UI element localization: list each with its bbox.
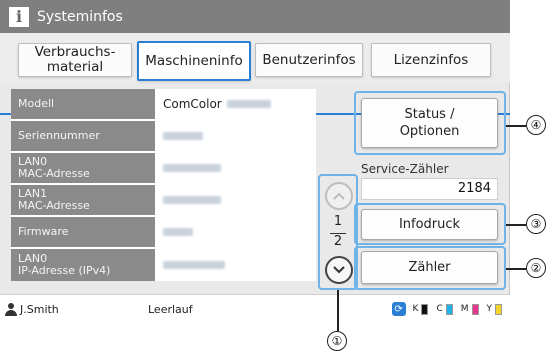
callout-1: ① [327,331,347,351]
callout-2: ② [526,258,546,278]
ink-m-label: M [460,304,469,314]
ink-c-swatch [445,303,453,315]
status-bar: J.Smith Leerlauf ⟳ K C M Y [0,294,510,323]
callout-line [506,224,526,226]
machine-info-table: Modell ComColor Seriennummer LAN0 MAC-Ad… [11,89,316,281]
row-value-modell: ComColor [155,89,316,119]
page-scroll-controls: 1 2 [318,174,358,290]
row-label-lan0-mac: LAN0 MAC-Adresse [11,153,155,183]
row-label-modell: Modell [11,89,155,119]
ink-c-label: C [436,304,443,314]
redacted-value [163,132,203,140]
user-icon [5,302,17,316]
info-icon: i [9,6,29,27]
redacted-value [163,261,225,269]
callout-line [506,125,526,127]
service-counter-value: 2184 [361,178,498,200]
table-row: LAN1 MAC-Adresse [11,185,316,217]
chevron-down-icon[interactable] [325,256,353,284]
ink-k-label: K [412,304,419,314]
redacted-value [163,164,221,172]
table-row: Seriennummer [11,121,316,153]
row-label-seriennummer: Seriennummer [11,121,155,151]
page-title: Systeminfos [37,8,123,25]
zaehler-button[interactable]: Zähler [361,251,498,284]
service-counter-label: Service-Zähler [361,162,449,176]
redacted-value [163,228,193,236]
page-total: 2 [333,234,343,249]
row-label-lan1-mac: LAN1 MAC-Adresse [11,185,155,215]
table-row: LAN0 IP-Adresse (IPv4) [11,249,316,281]
page-divider [330,233,346,234]
page-indicator: 1 2 [320,214,356,250]
title-bar: i Systeminfos [0,0,510,33]
machine-state: Leerlauf [148,303,193,316]
row-value-lan1-mac [155,185,316,215]
row-value-seriennummer [155,121,316,151]
callout-4: ④ [526,115,546,135]
redacted-value [163,196,221,204]
row-value-lan0-mac [155,153,316,183]
infodruck-button[interactable]: Infodruck [361,209,498,240]
callout-3: ③ [526,214,546,234]
tab-benutzerinfos[interactable]: Benutzerinfos [255,43,363,77]
tab-maschineninfo[interactable]: Maschineninfo [137,41,251,81]
tab-verbrauchsmaterial[interactable]: Verbrauchs- material [18,43,132,77]
row-label-firmware: Firmware [11,217,155,247]
row-value-lan0-ip [155,249,316,281]
system-info-screen: i Systeminfos Verbrauchs- material Masch… [0,0,510,323]
model-name: ComColor [163,97,222,111]
status-options-button[interactable]: Status / Optionen [361,98,498,148]
redacted-value [226,100,271,108]
ink-k-swatch [421,303,429,315]
page-current: 1 [333,214,343,229]
row-label-lan0-ip: LAN0 IP-Adresse (IPv4) [11,249,155,281]
sync-icon[interactable]: ⟳ [391,302,406,316]
chevron-up-icon[interactable] [325,182,353,210]
row-value-firmware [155,217,316,247]
callout-line [506,268,526,270]
ink-y-label: Y [486,304,493,314]
ink-levels: ⟳ K C M Y [391,302,502,316]
table-row: LAN0 MAC-Adresse [11,153,316,185]
tab-lizenzinfos[interactable]: Lizenzinfos [371,43,491,77]
tab-bar: Verbrauchs- material Maschineninfo Benut… [0,33,510,115]
user-name: J.Smith [20,302,59,316]
ink-y-swatch [495,303,502,315]
table-row: Modell ComColor [11,89,316,121]
ink-m-swatch [471,303,479,315]
table-row: Firmware [11,217,316,249]
callout-line [337,290,339,331]
